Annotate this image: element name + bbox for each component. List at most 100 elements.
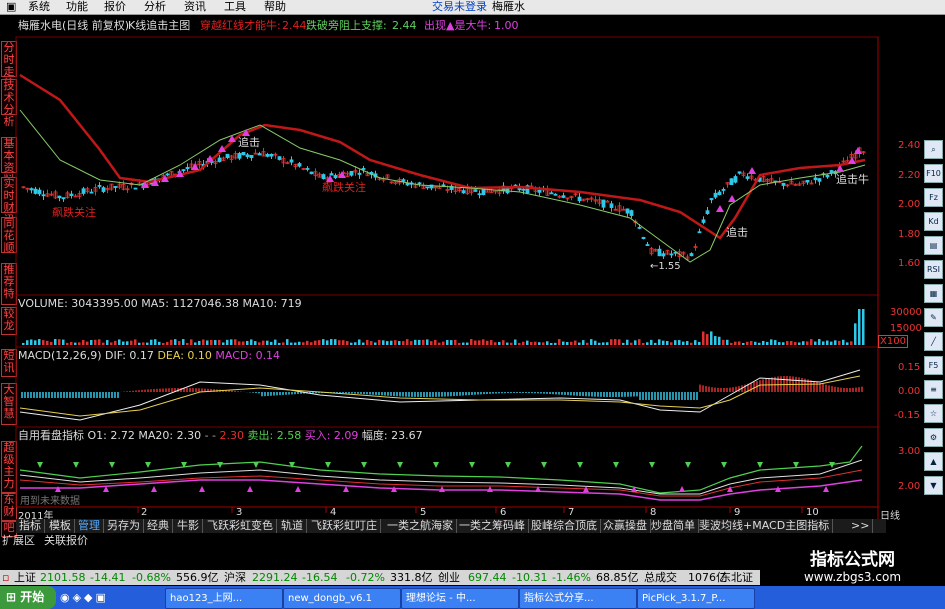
- volume-bar: [470, 339, 473, 345]
- volume-bar: [506, 342, 509, 345]
- sh-change: -14.41: [90, 571, 126, 584]
- candle-body: [641, 236, 646, 240]
- tool-f5-button[interactable]: F5: [924, 356, 943, 375]
- quick-launch-icons[interactable]: ◉◈◆▣: [60, 591, 109, 604]
- tab-extension[interactable]: 扩展区: [2, 534, 35, 547]
- volume-bar: [290, 342, 293, 345]
- tool-settings-icon[interactable]: ⚙: [924, 428, 943, 447]
- volume-bar: [834, 340, 837, 345]
- candle-body: [553, 193, 558, 196]
- volume-bar: [338, 340, 341, 345]
- tab-classic[interactable]: 经典: [144, 519, 173, 533]
- tool-list-icon[interactable]: ≡: [924, 380, 943, 399]
- start-button[interactable]: ⊞ 开始: [0, 586, 56, 609]
- volume-bar: [370, 341, 373, 345]
- tab-zhongying[interactable]: 众赢操盘: [600, 519, 651, 533]
- taskbar-item-hao123[interactable]: hao123_上网...: [165, 588, 283, 609]
- cy-name[interactable]: 创业: [438, 570, 460, 585]
- candle-body: [297, 163, 302, 167]
- broker-label[interactable]: 东北证: [720, 570, 753, 585]
- volume-bar: [614, 339, 617, 345]
- volume-bar: [66, 342, 69, 345]
- candle-body: [549, 192, 554, 195]
- candle-body: [473, 189, 478, 192]
- volume-bar: [394, 340, 397, 345]
- sz-price: 2291.24: [252, 571, 298, 584]
- volume-bar: [318, 340, 321, 345]
- tab-peak-bottom[interactable]: 股峰综合顶底: [528, 519, 601, 533]
- volume-bar: [238, 341, 241, 345]
- candle-body: [225, 153, 230, 158]
- tool-grid-icon[interactable]: ▦: [924, 284, 943, 303]
- volume-bar: [342, 340, 345, 345]
- taskbar-item-formula[interactable]: 指标公式分享...: [519, 588, 637, 609]
- sh-name[interactable]: 上证: [14, 570, 36, 585]
- candle-body: [401, 179, 406, 182]
- tool-chart-icon[interactable]: ▤: [924, 236, 943, 255]
- volume-bar: [194, 342, 197, 345]
- custom-range: 幅度: 23.67: [361, 429, 423, 442]
- volume-bar: [690, 342, 693, 345]
- volume-bar: [474, 340, 477, 345]
- volume-bar: [58, 339, 61, 345]
- taskbar-item-forum[interactable]: 理想论坛 - 中...: [401, 588, 519, 609]
- tool-kd-button[interactable]: Kd: [924, 212, 943, 231]
- tool-line-icon[interactable]: ╱: [924, 332, 943, 351]
- tab-indicator[interactable]: 指标: [16, 519, 45, 533]
- candle-body: [33, 188, 38, 194]
- taskbar-item-picpick[interactable]: PicPick_3.1.7_P...: [637, 588, 755, 609]
- tab-rainbow[interactable]: 飞跃彩虹变色: [204, 519, 277, 533]
- taskbar-item-newdongb[interactable]: new_dongb_v6.1: [283, 588, 401, 609]
- candle-body: [461, 190, 466, 194]
- volume-bar: [638, 339, 641, 345]
- tool-down-icon[interactable]: ▼: [924, 476, 943, 495]
- tab-simple[interactable]: 炒盘简单: [648, 519, 699, 533]
- volume-bar: [386, 341, 389, 345]
- start-label: 开始: [20, 590, 45, 604]
- volume-bar: [178, 341, 181, 345]
- tool-zoom-icon[interactable]: ⌕: [924, 140, 943, 159]
- volume-bar: [822, 341, 825, 345]
- tab-niuying[interactable]: 牛影: [174, 519, 203, 533]
- tab-related-quote[interactable]: 关联报价: [44, 534, 88, 547]
- tool-star-icon[interactable]: ☆: [924, 404, 943, 423]
- candle-body: [537, 189, 542, 193]
- tab-template[interactable]: 模板: [46, 519, 75, 533]
- windows-logo-icon: ⊞: [6, 590, 17, 604]
- x-month-10: 10: [806, 507, 819, 518]
- tab-track[interactable]: 轨道: [278, 519, 307, 533]
- sz-name[interactable]: 沪深: [224, 570, 246, 585]
- volume-bar: [554, 342, 557, 345]
- tool-up-icon[interactable]: ▲: [924, 452, 943, 471]
- volume-bar: [498, 341, 501, 345]
- tool-fz-button[interactable]: Fz: [924, 188, 943, 207]
- tab-navigator[interactable]: 一类之航海家: [384, 519, 457, 533]
- tab-fibonacci[interactable]: 斐波均线+MACD主图指标: [696, 519, 834, 533]
- tool-f10-button[interactable]: F10: [924, 164, 943, 183]
- candle-body: [61, 197, 66, 200]
- volume-bar: [654, 342, 657, 345]
- candle-body: [561, 195, 566, 198]
- custom-dash: - -: [204, 429, 217, 442]
- candle-body: [733, 176, 738, 183]
- custom-name[interactable]: 自用看盘指标: [18, 429, 84, 442]
- volume-bar: [838, 340, 841, 345]
- volume-bar: [78, 342, 81, 345]
- candle-body: [805, 179, 810, 183]
- volume-bar: [514, 339, 517, 345]
- volume-bar: [442, 341, 445, 345]
- tool-draw-icon[interactable]: ✎: [924, 308, 943, 327]
- tab-manage[interactable]: 管理: [75, 519, 104, 533]
- volume-bar: [54, 339, 57, 345]
- candle-body: [609, 203, 614, 208]
- custom-tick-300: 3.00: [898, 446, 921, 457]
- tabs-more-button[interactable]: >>: [848, 519, 874, 533]
- tab-save-as[interactable]: 另存为: [104, 519, 144, 533]
- volume-bar: [306, 340, 309, 345]
- tab-rainbow-z[interactable]: 飞跃彩虹叮庄: [308, 519, 381, 533]
- volume-bar: [698, 341, 701, 345]
- volume-bar: [30, 339, 33, 345]
- volume-bar: [594, 340, 597, 345]
- tab-chip-peak[interactable]: 一类之筹码峰: [456, 519, 529, 533]
- tool-rsi-button[interactable]: RSI: [924, 260, 943, 279]
